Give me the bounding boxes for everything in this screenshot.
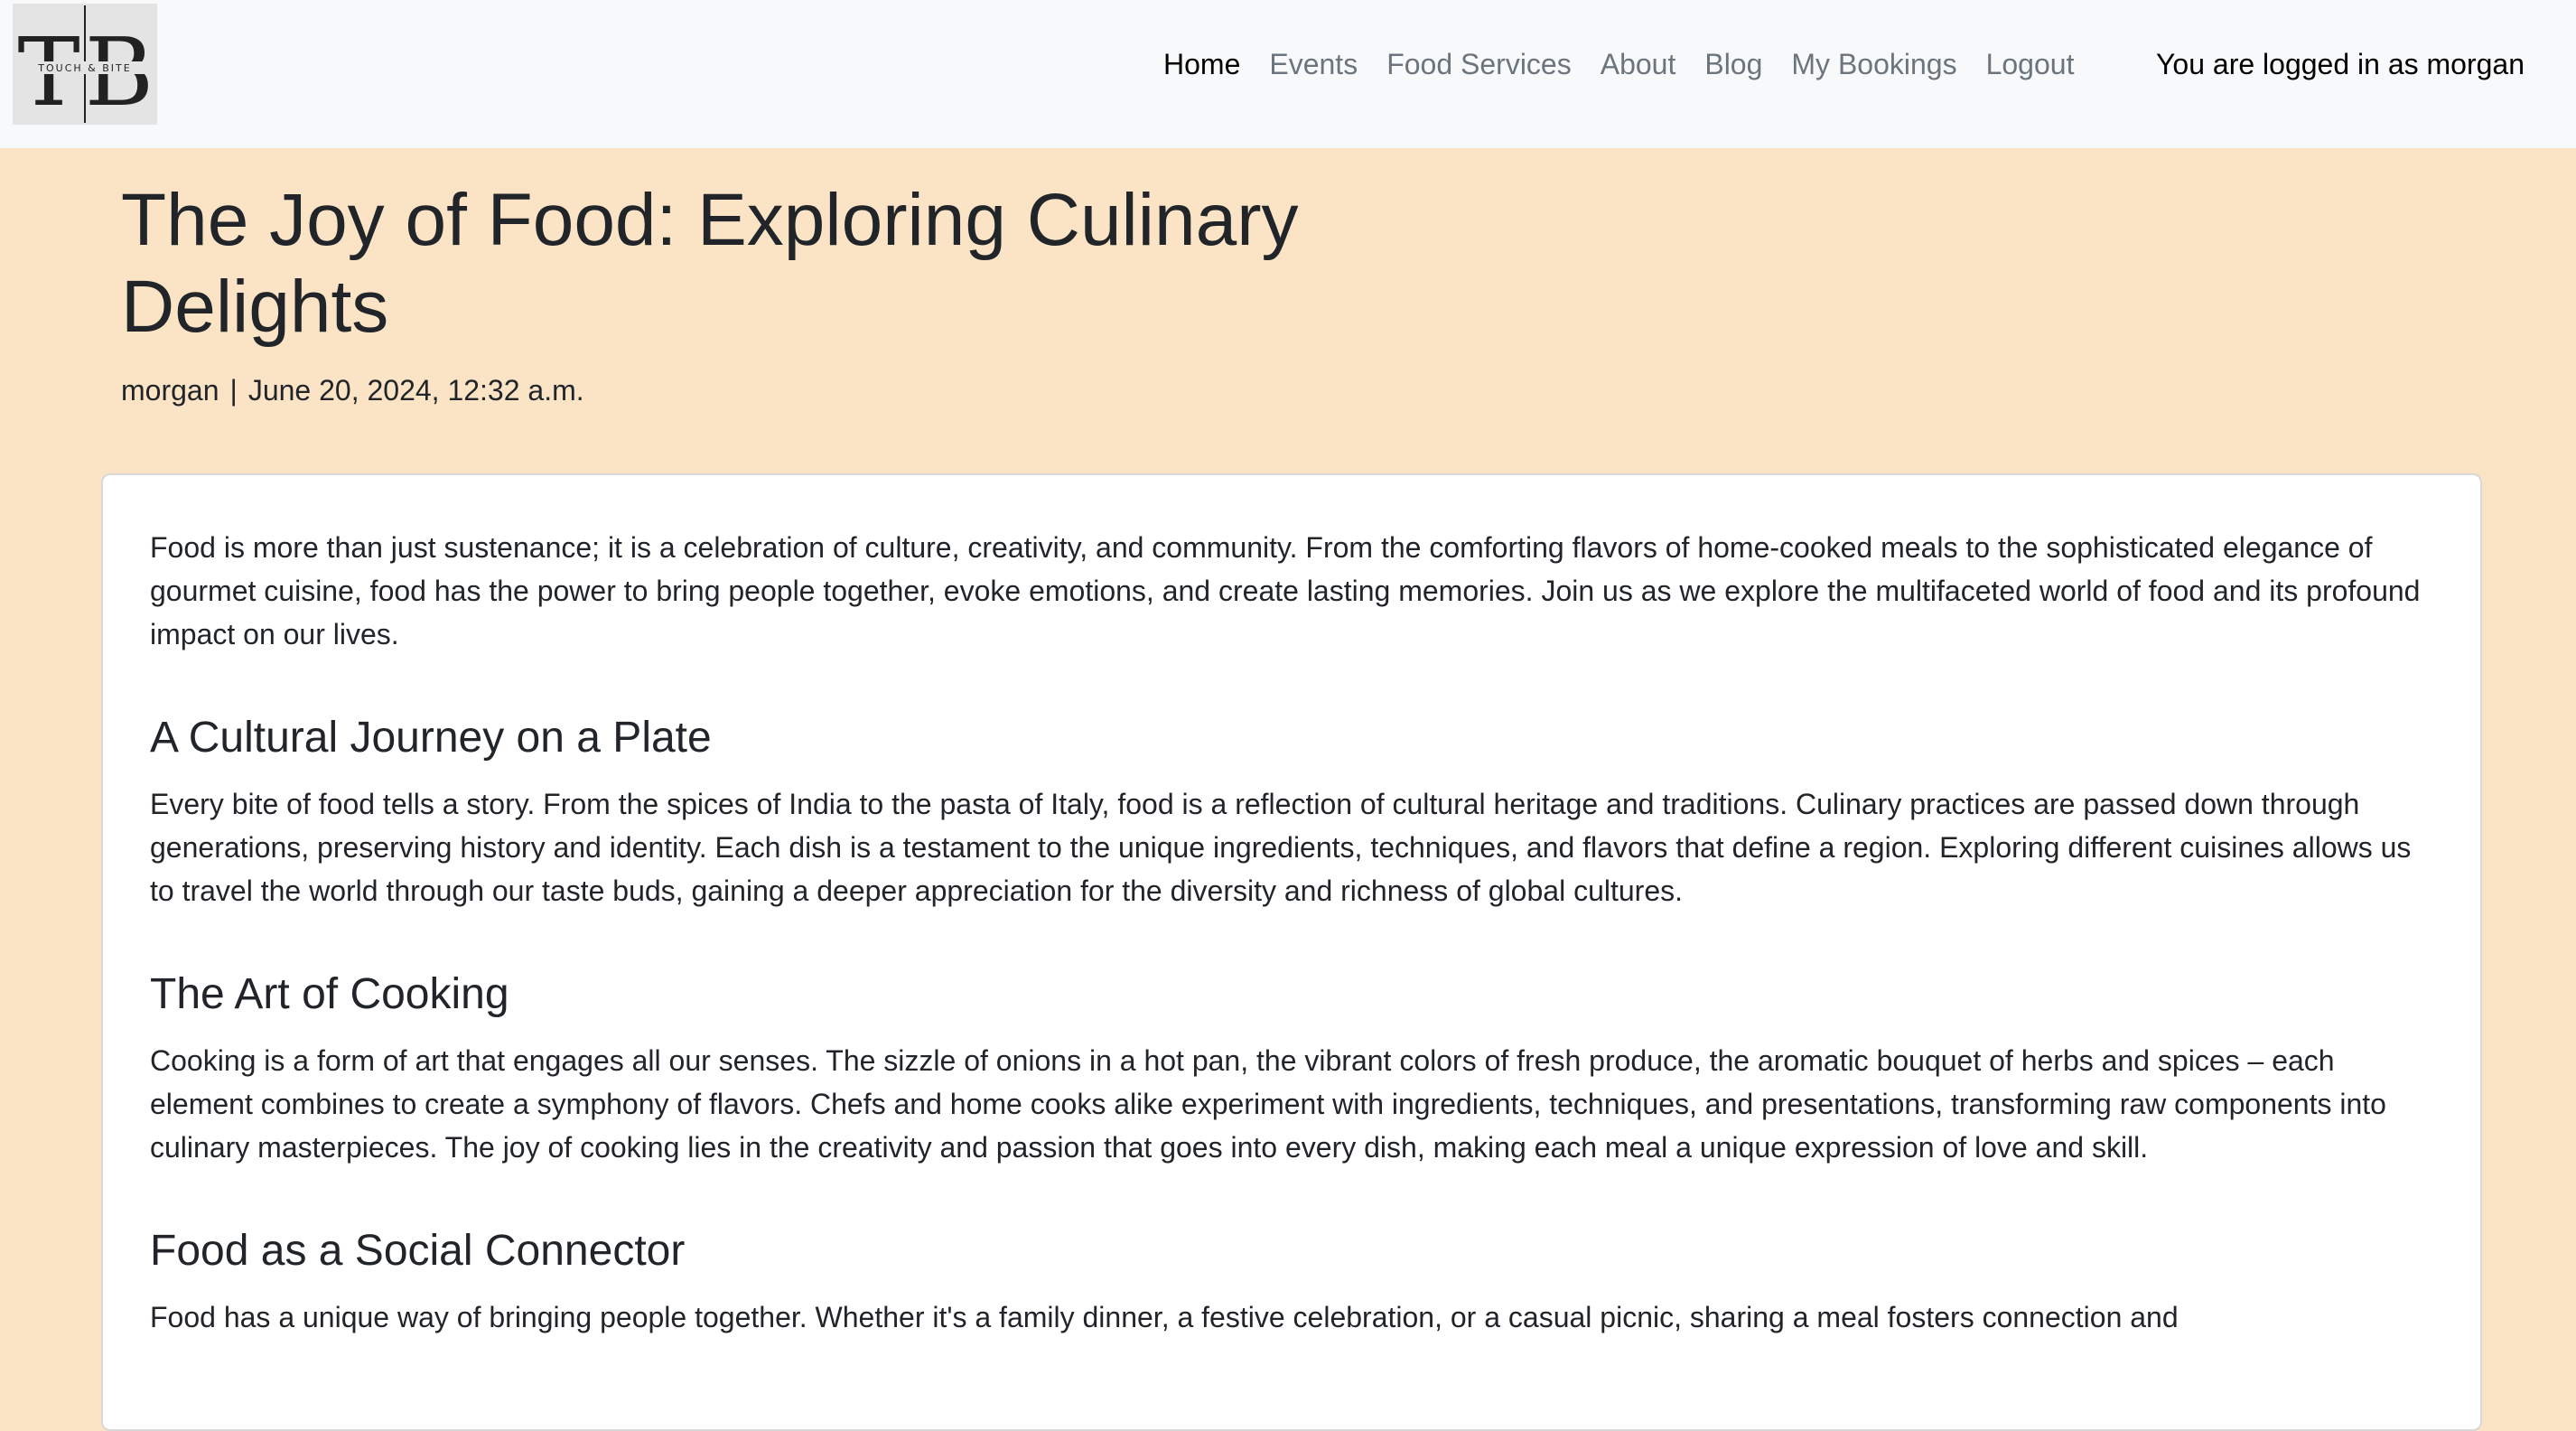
nav-link-logout[interactable]: Logout xyxy=(1986,48,2075,81)
svg-text:TOUCH & BITE: TOUCH & BITE xyxy=(37,62,131,74)
brand-logo[interactable]: T B TOUCH & BITE xyxy=(13,4,157,125)
section-body: Food has a unique way of bringing people… xyxy=(150,1301,2179,1333)
post-author: morgan xyxy=(121,374,219,407)
logo-mark: T B TOUCH & BITE xyxy=(13,4,157,125)
navbar: T B TOUCH & BITE Home Events Food Services… xyxy=(0,0,2576,148)
nav-links: Home Events Food Services About Blog My Booki… xyxy=(1163,42,2103,87)
section-body: Every bite of food tells a story. From t… xyxy=(150,788,2412,907)
post-intro: Food is more than just sustenance; it is… xyxy=(150,531,2421,650)
nav-link-blog[interactable]: Blog xyxy=(1704,48,1762,81)
post-section: The Art of Cooking Cooking is a form of … xyxy=(150,968,2433,1169)
section-body: Cooking is a form of art that engages al… xyxy=(150,1044,2386,1164)
nav-link-about[interactable]: About xyxy=(1601,48,1676,81)
post-date: June 20, 2024, 12:32 a.m. xyxy=(247,374,584,407)
nav-link-events[interactable]: Events xyxy=(1269,48,1358,81)
post-content-card: Food is more than just sustenance; it is… xyxy=(101,473,2482,1431)
logged-in-status: You are logged in as morgan xyxy=(2156,47,2525,80)
nav-link-my-bookings[interactable]: My Bookings xyxy=(1791,48,1956,81)
post-section: A Cultural Journey on a Plate Every bite… xyxy=(150,712,2433,912)
post-section: Food as a Social Connector Food has a un… xyxy=(150,1225,2433,1339)
post-title: The Joy of Food: Exploring Culinary Deli… xyxy=(121,179,1299,348)
section-heading: A Cultural Journey on a Plate xyxy=(150,714,712,762)
post-meta: morgan | June 20, 2024, 12:32 a.m. xyxy=(121,374,1367,407)
nav-link-food-services[interactable]: Food Services xyxy=(1386,48,1572,81)
meta-separator: | xyxy=(229,374,238,407)
section-heading: The Art of Cooking xyxy=(150,970,509,1018)
section-heading: Food as a Social Connector xyxy=(150,1227,686,1275)
post-header: The Joy of Food: Exploring Culinary Deli… xyxy=(121,177,1367,407)
nav-link-home[interactable]: Home xyxy=(1163,48,1240,81)
